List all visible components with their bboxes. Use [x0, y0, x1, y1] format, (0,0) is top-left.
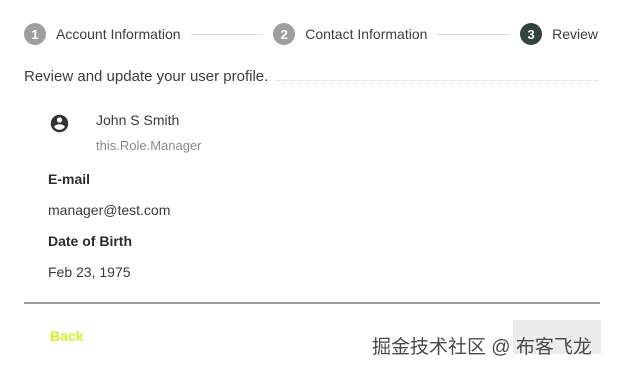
stepper: 1 Account Information 2 Contact Informat… [24, 22, 598, 46]
step-label: Contact Information [305, 26, 428, 42]
step-number: 2 [273, 23, 296, 45]
step-number: 3 [520, 23, 543, 45]
watermark: 掘金技术社区 @ 布客飞龙 [372, 337, 592, 358]
step-account-information[interactable]: 1 Account Information [24, 23, 181, 45]
step-label: Account Information [56, 26, 181, 42]
step-contact-information[interactable]: 2 Contact Information [273, 23, 427, 45]
back-button[interactable]: Back [50, 328, 83, 344]
divider [24, 302, 600, 304]
intro-text: Review and update your user profile. [24, 68, 269, 85]
step-number: 1 [24, 23, 46, 45]
dob-value: Feb 23, 1975 [48, 264, 131, 280]
intro-rule [276, 80, 598, 81]
account-circle-icon [50, 114, 69, 133]
intro-row: Review and update your user profile. [24, 68, 598, 85]
email-label: E-mail [48, 171, 91, 187]
step-label: Review [552, 26, 598, 42]
step-review[interactable]: 3 Review [520, 23, 598, 45]
user-name: John S Smith [96, 112, 180, 128]
user-role: this.Role.Manager [96, 138, 202, 153]
step-connector [190, 33, 264, 35]
step-connector [437, 33, 511, 35]
dob-label: Date of Birth [48, 233, 132, 249]
email-value: manager@test.com [48, 202, 171, 218]
